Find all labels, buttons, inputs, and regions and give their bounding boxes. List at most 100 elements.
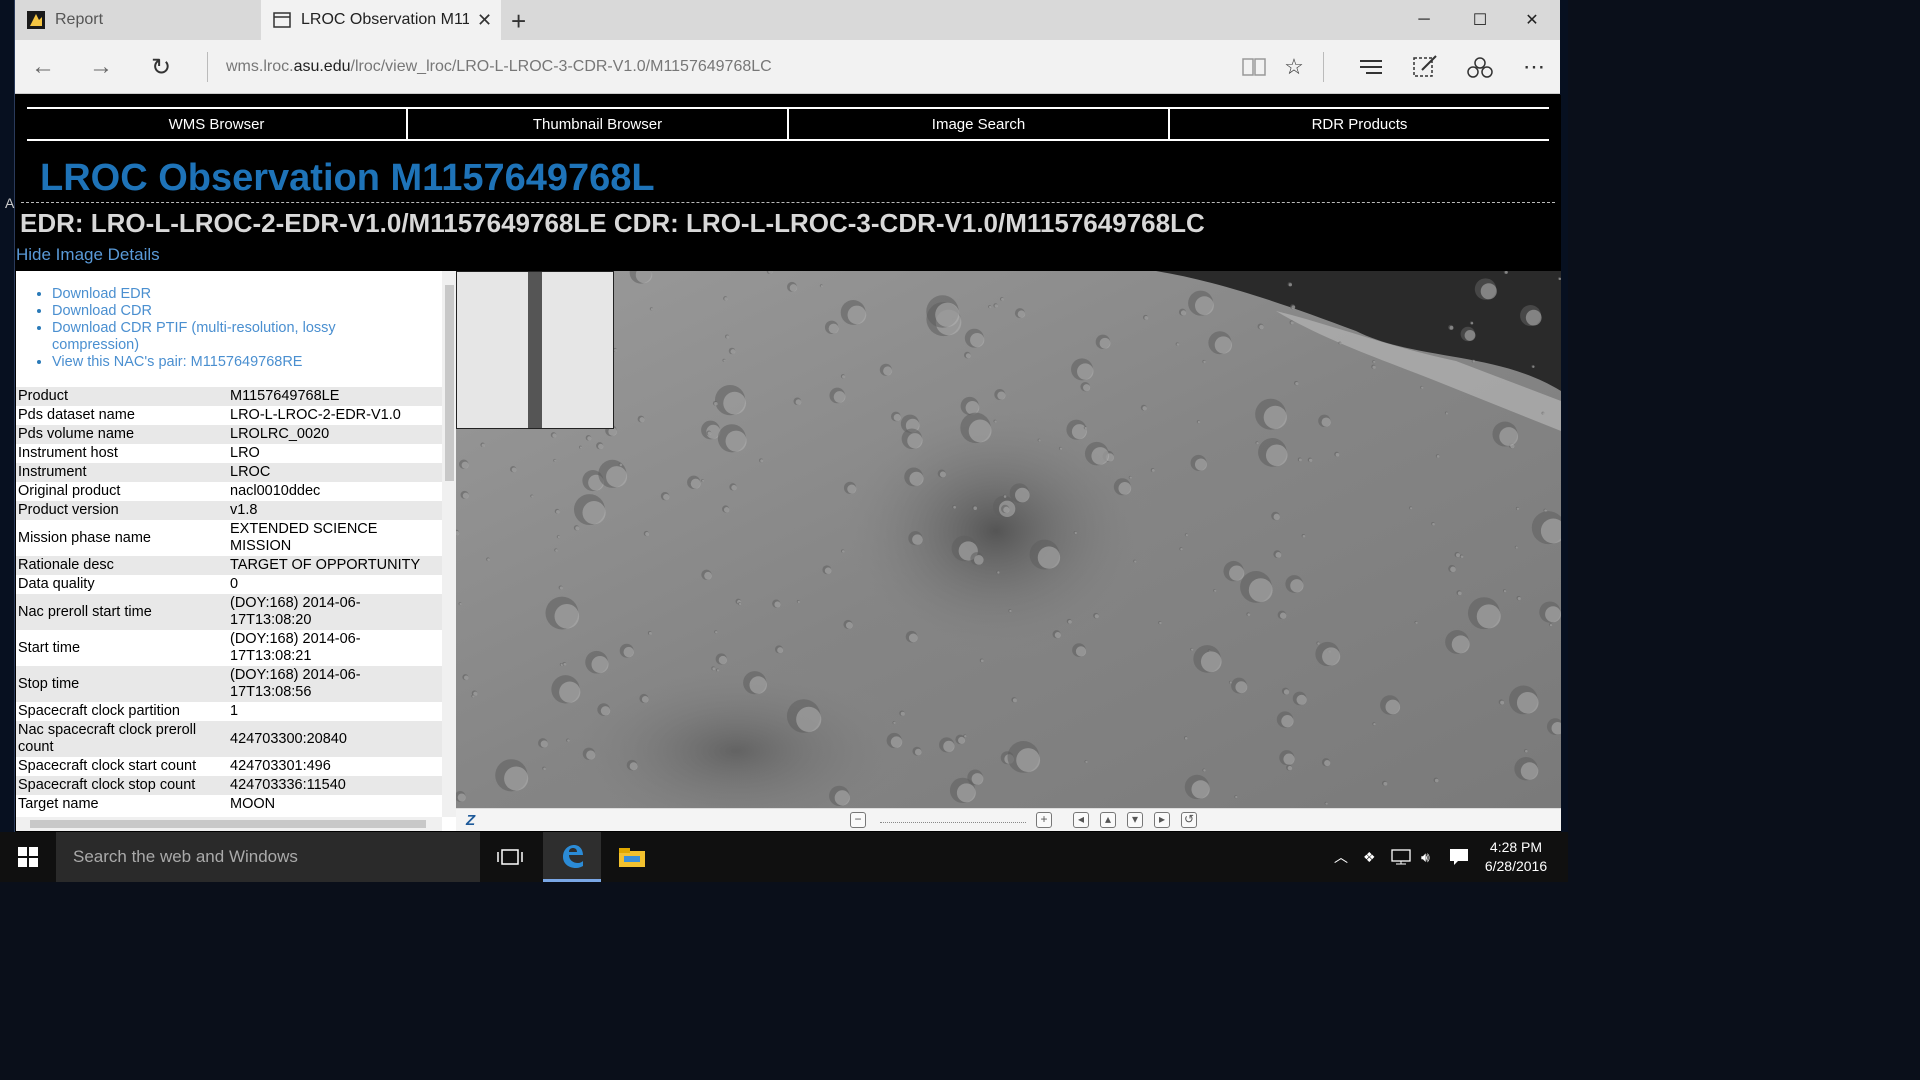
network-icon[interactable] (1391, 832, 1411, 882)
tab-lroc-observation[interactable]: LROC Observation M115 ✕ (261, 0, 501, 40)
detail-value: nacl0010ddec (230, 483, 321, 499)
nav-wms-browser[interactable]: WMS Browser (27, 109, 408, 139)
browser-window: Report LROC Observation M115 ✕ + ─ ☐ ✕ ←… (5, 0, 1561, 832)
pan-down-icon[interactable]: ▾ (1127, 812, 1143, 828)
viewer-toolbar: Z − + ◂ ▴ ▾ ▸ ↺ (456, 808, 1561, 831)
detail-value: 424703301:496 (230, 758, 331, 774)
page-title: LROC Observation M1157649768L (40, 157, 655, 199)
table-row: Instrument host LRO (16, 444, 442, 463)
web-note-icon[interactable] (1410, 52, 1440, 82)
reset-view-icon[interactable]: ↺ (1181, 812, 1197, 828)
clock-time: 4:28 PM (1489, 839, 1543, 855)
scrollbar-thumb[interactable] (445, 285, 454, 481)
anchor-letter: A (5, 195, 15, 211)
scrollbar-thumb[interactable] (30, 820, 426, 828)
detail-key: Data quality (18, 576, 95, 592)
action-center-icon[interactable] (1449, 832, 1469, 882)
nav-thumbnail-browser[interactable]: Thumbnail Browser (408, 109, 789, 139)
back-arrow-icon[interactable]: ← (25, 50, 61, 84)
detail-value: 424703300:20840 (230, 730, 347, 747)
page-favicon-icon (273, 11, 291, 29)
close-window-icon[interactable]: ✕ (1504, 0, 1560, 40)
minimize-icon[interactable]: ─ (1396, 0, 1452, 40)
horizontal-scrollbar[interactable] (16, 817, 442, 831)
volume-icon[interactable]: 🔊︎ (1421, 832, 1430, 882)
forward-arrow-icon[interactable]: → (83, 50, 119, 84)
table-row: Stop time (DOY:168) 2014-06-17T13:08:56 (16, 666, 442, 702)
new-tab-icon[interactable]: + (511, 6, 526, 37)
dropbox-icon[interactable]: ❖ (1363, 832, 1376, 882)
hide-image-details-link[interactable]: Hide Image Details (16, 245, 160, 265)
taskbar-search-box[interactable]: Search the web and Windows (56, 832, 480, 882)
detail-value: MOON (230, 796, 276, 812)
detail-value: v1.8 (230, 502, 258, 518)
maximize-icon[interactable]: ☐ (1452, 0, 1508, 40)
detail-value: LRO-L-LROC-2-EDR-V1.0 (230, 407, 401, 423)
detail-key: Instrument (18, 464, 87, 480)
share-icon[interactable] (1465, 52, 1495, 82)
table-row: Data quality 0 (16, 575, 442, 594)
file-explorer-icon[interactable] (603, 832, 661, 882)
view-nac-pair-link[interactable]: View this NAC's pair: M1157649768RE (52, 354, 302, 370)
zoom-in-icon[interactable]: + (1036, 812, 1052, 828)
list-item: View this NAC's pair: M1157649768RE (52, 354, 392, 371)
detail-value: LROC (230, 464, 271, 480)
more-options-icon[interactable]: ⋯ (1519, 52, 1549, 82)
pan-up-icon[interactable]: ▴ (1100, 812, 1116, 828)
overview-thumbnail[interactable] (456, 271, 614, 429)
refresh-icon[interactable]: ↻ (143, 50, 179, 84)
task-view-icon[interactable] (481, 832, 539, 882)
nav-image-search[interactable]: Image Search (789, 109, 1170, 139)
list-item: Download CDR (52, 303, 392, 320)
nav-rdr-products[interactable]: RDR Products (1170, 109, 1549, 139)
detail-value: M1157649768LE (230, 388, 340, 404)
zoomify-logo: Z (466, 812, 476, 829)
dashed-divider (21, 202, 1555, 203)
tab-bar: Report LROC Observation M115 ✕ + ─ ☐ ✕ (15, 0, 1560, 40)
tab-label: Report (55, 11, 104, 28)
url-field[interactable]: wms.lroc.asu.edu/lroc/view_lroc/LRO-L-LR… (226, 58, 772, 76)
reading-view-icon[interactable] (1239, 52, 1269, 82)
detail-key: Product (18, 388, 68, 404)
detail-value: 0 (230, 576, 239, 592)
page-content: WMS Browser Thumbnail Browser Image Sear… (5, 95, 1561, 832)
download-cdr-ptif-link[interactable]: Download CDR PTIF (multi-resolution, los… (52, 320, 336, 353)
windows-start-icon[interactable] (0, 832, 56, 882)
detail-value: (DOY:168) 2014-06-17T13:08:20 (230, 595, 361, 628)
system-clock[interactable]: 4:28 PM 6/28/2016 (1470, 838, 1562, 876)
detail-key: Mission phase name (18, 529, 151, 546)
favorite-star-icon[interactable]: ☆ (1279, 52, 1309, 82)
table-row: Start time (DOY:168) 2014-06-17T13:08:21 (16, 630, 442, 666)
detail-key: Product version (18, 502, 119, 518)
image-viewer[interactable] (456, 271, 1561, 808)
detail-value: 1 (230, 703, 239, 719)
table-row: Spacecraft clock partition 1 (16, 702, 442, 721)
detail-key: Spacecraft clock start count (18, 758, 197, 774)
show-hidden-icons-icon[interactable]: ︿ (1334, 832, 1348, 882)
desktop: Report LROC Observation M115 ✕ + ─ ☐ ✕ ←… (0, 0, 1568, 882)
tab-report[interactable]: Report (15, 0, 259, 40)
hub-icon[interactable] (1356, 52, 1386, 82)
zoom-slider[interactable] (880, 815, 1026, 823)
zoom-out-icon[interactable]: − (850, 812, 866, 828)
thumbnail-strip (528, 272, 542, 428)
report-favicon-icon (27, 11, 45, 29)
table-row: Pds volume name LROLRC_0020 (16, 425, 442, 444)
pan-left-icon[interactable]: ◂ (1073, 812, 1089, 828)
detail-key: Stop time (18, 675, 80, 692)
download-cdr-link[interactable]: Download CDR (52, 303, 152, 319)
detail-key: Start time (18, 639, 81, 656)
detail-value: (DOY:168) 2014-06-17T13:08:56 (230, 667, 361, 700)
detail-key: Spacecraft clock partition (18, 703, 180, 719)
detail-key: Original product (18, 483, 121, 499)
list-item: Download CDR PTIF (multi-resolution, los… (52, 320, 392, 354)
download-edr-link[interactable]: Download EDR (52, 286, 151, 302)
pan-right-icon[interactable]: ▸ (1154, 812, 1170, 828)
edge-browser-icon[interactable] (543, 832, 601, 882)
table-row: Mission phase name EXTENDED SCIENCE MISSI… (16, 520, 442, 556)
close-tab-icon[interactable]: ✕ (477, 10, 492, 31)
table-row: Target name MOON (16, 795, 442, 814)
vertical-scrollbar[interactable] (442, 271, 457, 817)
table-row: Original product nacl0010ddec (16, 482, 442, 501)
tab-label: LROC Observation M115 (301, 11, 469, 28)
